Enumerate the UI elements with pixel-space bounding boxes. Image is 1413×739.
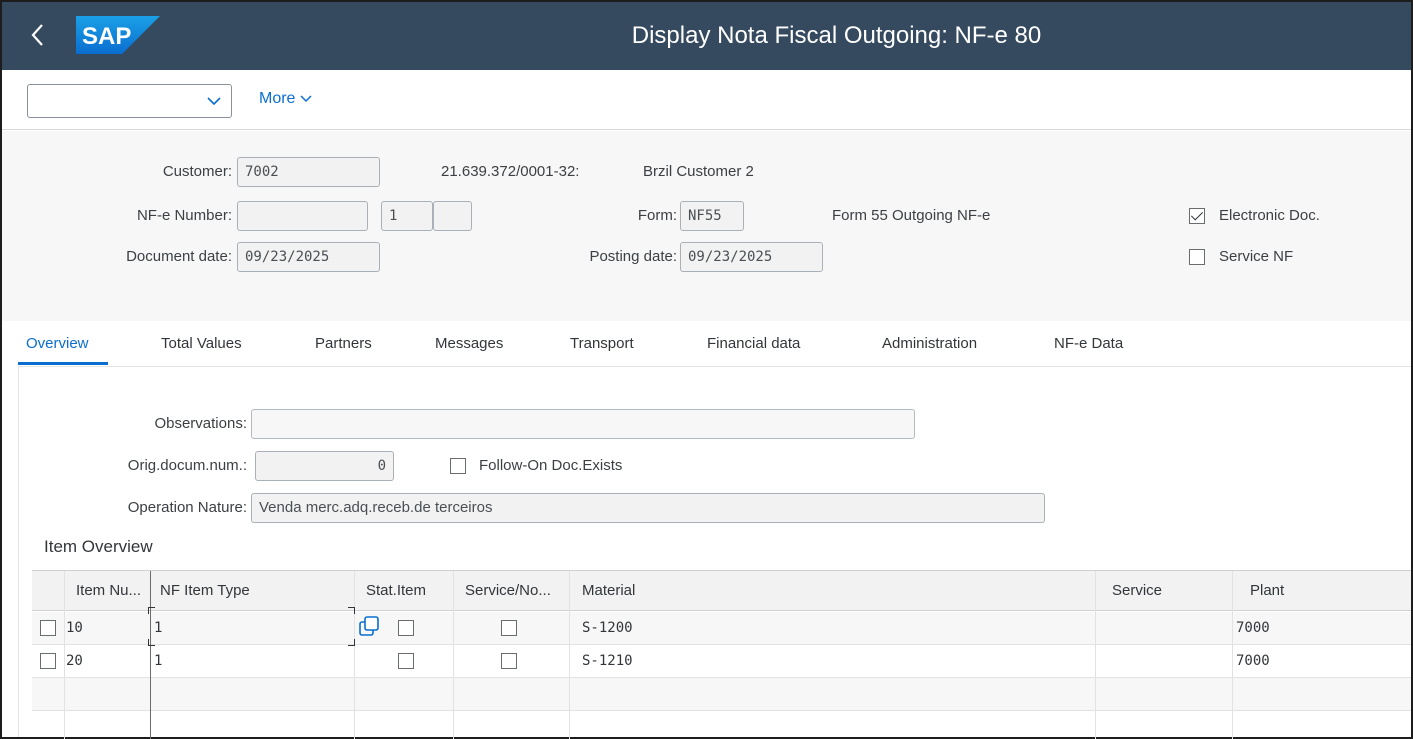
tab-overview[interactable]: Overview [26,335,89,352]
cell-focus-corner [148,607,155,614]
row-select-checkbox[interactable] [40,620,56,636]
chevron-down-icon [205,89,223,113]
column-divider [1095,571,1096,739]
electronic-doc-checkbox[interactable] [1189,208,1205,224]
svg-text:SAP: SAP [82,23,131,50]
form-description: Form 55 Outgoing NF-e [832,207,991,224]
document-date-label: Document date: [126,248,232,265]
observations-field[interactable] [251,409,915,439]
toolbar: More [2,70,1411,130]
form-field[interactable]: NF55 [680,201,744,231]
cell-item-number: 20 [66,653,83,669]
cell-plant: 7000 [1236,620,1270,636]
tab-financial-data[interactable]: Financial data [707,335,800,352]
electronic-doc-label: Electronic Doc. [1219,207,1320,224]
cell-plant: 7000 [1236,653,1270,669]
table-row[interactable] [32,612,1411,645]
table-row[interactable] [32,645,1411,678]
cell-focus-corner [348,607,355,614]
col-service[interactable]: Service [1112,571,1212,611]
stat-item-checkbox[interactable] [398,653,414,669]
more-button[interactable]: More [259,90,313,108]
column-divider [1232,571,1233,739]
tab-administration[interactable]: Administration [882,335,977,352]
item-table: Item Nu... NF Item Type Stat.Item Servic… [32,570,1411,739]
table-row-empty [32,711,1411,739]
tab-transport[interactable]: Transport [570,335,634,352]
row-select-checkbox[interactable] [40,653,56,669]
customer-tax-id: 21.639.372/0001-32: [441,163,580,180]
service-nf-label: Service NF [1219,248,1294,265]
item-overview-title: Item Overview [44,537,153,556]
orig-doc-field[interactable]: 0 [255,451,394,481]
document-date-field[interactable]: 09/23/2025 [237,242,380,272]
column-divider [150,571,151,739]
nfe-number-field[interactable] [237,201,368,231]
nfe-series-field[interactable]: 1 [381,201,433,231]
command-select[interactable] [27,84,232,118]
column-divider [453,571,454,739]
nfe-number-label: NF-e Number: [136,207,232,224]
cell-nf-item-type[interactable]: 1 [154,645,162,677]
stat-item-checkbox[interactable] [398,620,414,636]
form-label: Form: [637,207,677,224]
chevron-down-icon [300,95,312,102]
column-divider [569,571,570,739]
column-divider [354,571,355,739]
col-material[interactable]: Material [582,571,882,611]
operation-nature-label: Operation Nature: [127,499,247,516]
cell-item-number: 10 [66,620,83,636]
col-stat-item[interactable]: Stat.Item [366,571,456,611]
tab-total-values[interactable]: Total Values [161,335,242,352]
tab-nfe-data[interactable]: NF-e Data [1054,335,1123,352]
customer-label: Customer: [162,163,232,180]
shell-bar: Display Nota Fiscal Outgoing: NF-e 80 SA… [2,2,1411,70]
active-tab-indicator [18,362,108,365]
service-no-checkbox[interactable] [501,620,517,636]
tab-strip: Overview Total Values Partners Messages … [18,321,1411,367]
col-plant[interactable]: Plant [1250,571,1350,611]
posting-date-field[interactable]: 09/23/2025 [680,242,823,272]
back-icon[interactable] [30,18,56,52]
page-title: Display Nota Fiscal Outgoing: NF-e 80 [631,22,1042,49]
posting-date-label: Posting date: [589,248,677,265]
cell-focus-corner [348,639,355,646]
service-nf-checkbox[interactable] [1189,249,1205,265]
tab-partners[interactable]: Partners [315,335,372,352]
observations-label: Observations: [154,415,247,432]
col-service-no[interactable]: Service/No... [465,571,565,611]
cell-nf-item-type[interactable]: 1 [154,612,162,644]
column-divider [64,571,65,739]
sap-logo[interactable]: SAP [76,16,160,54]
customer-name: Brzil Customer 2 [643,163,754,180]
cell-material: S-1210 [582,653,633,669]
tab-messages[interactable]: Messages [435,335,503,352]
orig-doc-label: Orig.docum.num.: [127,457,247,474]
more-label: More [259,90,296,107]
col-item-number[interactable]: Item Nu... [76,571,152,611]
table-row-empty [32,678,1411,711]
value-help-icon[interactable] [358,615,380,637]
col-nf-item-type[interactable]: NF Item Type [160,571,360,611]
follow-on-label: Follow-On Doc.Exists [479,457,623,474]
service-no-checkbox[interactable] [501,653,517,669]
customer-field[interactable]: 7002 [237,157,380,187]
operation-nature-field[interactable]: Venda merc.adq.receb.de terceiros [251,493,1045,523]
follow-on-checkbox[interactable] [450,458,466,474]
cell-material: S-1200 [582,620,633,636]
nfe-subseries-field[interactable] [433,201,472,231]
